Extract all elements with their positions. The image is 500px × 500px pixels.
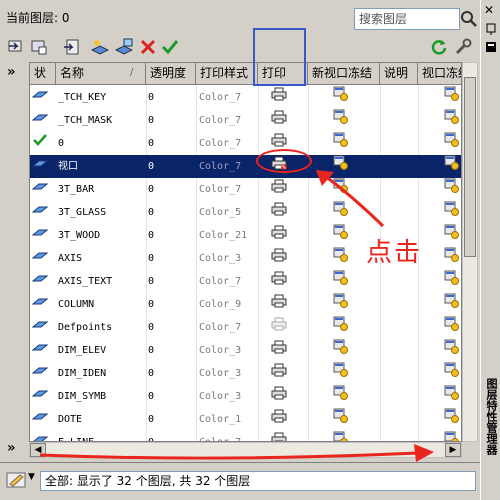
click-annotation: 点击 (366, 238, 423, 268)
annotation-arrows (39, 170, 434, 462)
annotation-arrow-right (39, 451, 419, 460)
annotation-arrowhead-up (316, 170, 334, 186)
annotation-arrowhead-right (414, 444, 434, 462)
annotation-arrow-up (324, 174, 385, 228)
